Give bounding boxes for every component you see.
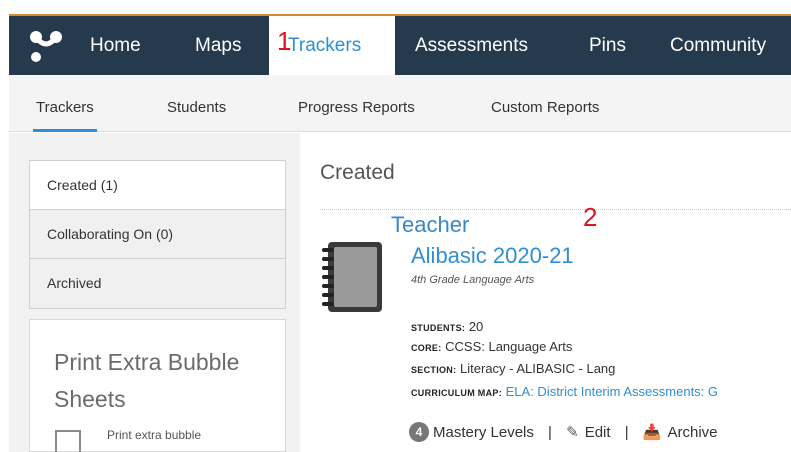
meta-section-value: Literacy - ALIBASIC - Lang	[460, 361, 616, 376]
tracker-title-link[interactable]: Alibasic 2020-21	[411, 243, 574, 269]
tracker-subtitle: 4th Grade Language Arts	[411, 274, 535, 286]
meta-students-key: Students:	[411, 323, 466, 333]
section-heading: Created	[320, 161, 395, 184]
meta-core-key: Core:	[411, 343, 442, 353]
tracker-actions: 4 Mastery Levels | ✎ Edit | 📥 Archive	[409, 422, 718, 442]
tab-students[interactable]: Students	[167, 75, 226, 132]
action-separator: |	[548, 424, 552, 441]
archive-link[interactable]: Archive	[668, 424, 718, 441]
sub-navigation: Trackers Students Progress Reports Custo…	[9, 75, 791, 132]
top-navigation: Home Maps Trackers Assessments Pins Comm…	[9, 14, 791, 75]
mastery-levels-link[interactable]: Mastery Levels	[433, 424, 534, 441]
nav-assessments[interactable]: Assessments	[415, 16, 528, 75]
meta-section: Section: Literacy - ALIBASIC - Lang	[411, 361, 615, 376]
pencil-icon[interactable]: ✎	[566, 423, 579, 441]
nav-maps[interactable]: Maps	[195, 16, 241, 75]
curriculum-map-link[interactable]: ELA: District Interim Assessments: G	[506, 384, 718, 399]
app-logo-icon[interactable]	[29, 29, 63, 63]
group-label: Teacher	[391, 212, 470, 237]
meta-curriculum-map: Curriculum Map: ELA: District Interim As…	[411, 384, 791, 399]
bubble-card-title: Print Extra Bubble Sheets	[54, 349, 240, 412]
nav-pins[interactable]: Pins	[589, 16, 626, 75]
mastery-count-badge: 4	[409, 422, 429, 442]
notebook-icon[interactable]	[320, 240, 386, 314]
meta-map-key: Curriculum Map:	[411, 388, 502, 398]
annotation-marker-1: 1	[277, 26, 292, 56]
filter-created[interactable]: Created (1)	[30, 161, 285, 210]
edit-link[interactable]: Edit	[585, 424, 611, 441]
annotation-marker-2: 2	[583, 202, 598, 232]
archive-icon[interactable]: 📥	[643, 423, 662, 441]
meta-section-key: Section:	[411, 365, 457, 375]
tab-trackers[interactable]: Trackers	[33, 75, 97, 132]
nav-community[interactable]: Community	[670, 16, 766, 75]
action-separator: |	[624, 424, 629, 441]
filter-archived[interactable]: Archived	[30, 259, 285, 308]
tab-custom-reports[interactable]: Custom Reports	[491, 75, 599, 132]
meta-students: Students: 20	[411, 319, 483, 334]
dotted-divider	[320, 209, 791, 210]
bubble-sheet-icon	[55, 430, 81, 452]
nav-home[interactable]: Home	[90, 16, 141, 75]
bubble-card-text: Print extra bubble	[107, 428, 202, 442]
tab-progress-reports[interactable]: Progress Reports	[298, 75, 415, 132]
meta-core: Core: CCSS: Language Arts	[411, 339, 572, 354]
filter-collaborating[interactable]: Collaborating On (0)	[30, 210, 285, 259]
bubble-sheet-card[interactable]: Print Extra Bubble Sheets Print extra bu…	[29, 319, 286, 452]
meta-core-value: CCSS: Language Arts	[445, 339, 573, 354]
meta-students-value: 20	[468, 319, 484, 334]
filter-list: Created (1) Collaborating On (0) Archive…	[29, 160, 286, 309]
